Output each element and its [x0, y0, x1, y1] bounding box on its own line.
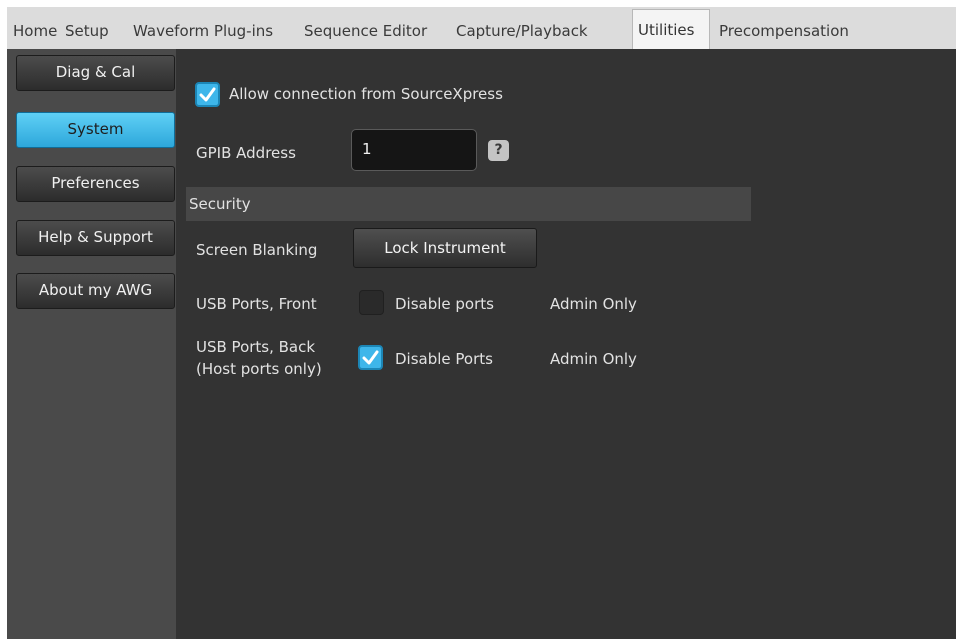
sidebar-item-diag-cal[interactable]: Diag & Cal: [16, 55, 175, 91]
gpib-address-input[interactable]: 1: [351, 129, 477, 171]
usb-front-disable-checkbox[interactable]: [359, 290, 384, 315]
tab-sequence-editor[interactable]: Sequence Editor: [299, 13, 432, 49]
tab-capture-playback[interactable]: Capture/Playback: [451, 13, 593, 49]
usb-front-label: USB Ports, Front: [196, 295, 317, 313]
tab-precompensation[interactable]: Precompensation: [714, 13, 854, 49]
sidebar-item-help-support[interactable]: Help & Support: [16, 220, 175, 256]
allow-connection-checkbox[interactable]: [195, 82, 220, 107]
sidebar-item-system[interactable]: System: [16, 112, 175, 148]
usb-back-label-line2: (Host ports only): [196, 360, 322, 378]
usb-front-disable-label[interactable]: Disable ports: [395, 295, 494, 313]
usb-back-disable-label[interactable]: Disable Ports: [395, 350, 493, 368]
main-tab-bar: Home Setup Waveform Plug-ins Sequence Ed…: [7, 7, 956, 49]
checkmark-icon: [199, 87, 216, 102]
checkmark-icon: [362, 350, 379, 365]
utilities-sidebar: Diag & Cal System Preferences Help & Sup…: [7, 49, 176, 639]
gpib-address-label: GPIB Address: [196, 144, 296, 162]
sidebar-item-about-my-awg[interactable]: About my AWG: [16, 273, 175, 309]
tab-waveform-plug-ins[interactable]: Waveform Plug-ins: [128, 13, 278, 49]
lock-instrument-button[interactable]: Lock Instrument: [353, 228, 537, 268]
allow-connection-label[interactable]: Allow connection from SourceXpress: [229, 85, 503, 103]
tab-setup[interactable]: Setup: [60, 13, 114, 49]
security-section-header: Security: [186, 187, 751, 221]
usb-back-admin-note: Admin Only: [550, 350, 637, 368]
usb-front-admin-note: Admin Only: [550, 295, 637, 313]
app-window: Home Setup Waveform Plug-ins Sequence Ed…: [7, 7, 956, 639]
screen-blanking-label: Screen Blanking: [196, 241, 318, 259]
help-icon[interactable]: ?: [488, 140, 509, 161]
tab-utilities[interactable]: Utilities: [632, 9, 710, 49]
system-panel: Allow connection from SourceXpress GPIB …: [176, 49, 956, 639]
usb-back-label-line1: USB Ports, Back: [196, 338, 316, 356]
usb-back-disable-checkbox[interactable]: [358, 345, 383, 370]
sidebar-item-preferences[interactable]: Preferences: [16, 166, 175, 202]
tab-home[interactable]: Home: [8, 13, 62, 49]
